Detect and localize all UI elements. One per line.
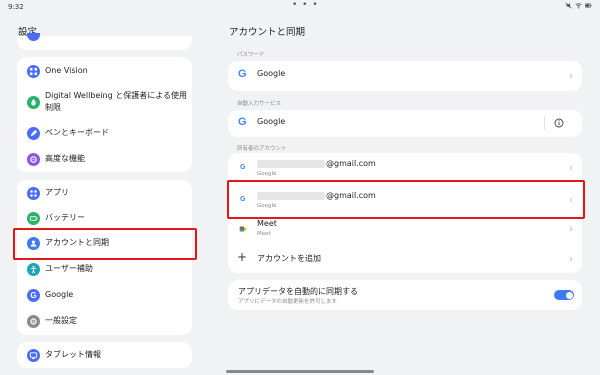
battery-icon [27,211,40,225]
account-type: Google [257,171,277,177]
sidebar-item-label: One Vision [45,66,88,75]
account-type: Meet [257,231,271,237]
home-indicator[interactable] [226,370,374,373]
password-item-google[interactable]: G Google [228,61,582,91]
sync-subtitle: アプリにデータの自動更新を許可します [238,299,338,305]
settings-group-3: タブレット情報 [17,342,192,368]
status-bar: 9:32 • • • [0,0,600,14]
settings-group-1: One Vision Digital Wellbeing と保護者による使用 制… [17,57,192,172]
password-card: G Google [228,61,582,91]
pen-icon [27,126,40,140]
section-label-password: パスワード [237,52,265,58]
google-logo-icon: G [240,164,246,171]
sidebar-item-tablet-info[interactable]: タブレット情報 [17,348,192,362]
password-item-label: Google [257,69,286,78]
section-label-autofill: 自動入力サービス [237,101,282,107]
google-logo-icon: G [238,68,247,80]
sync-title: アプリデータを自動的に同期する [238,287,358,296]
page-title: アカウントと同期 [229,27,306,38]
sidebar-item-general[interactable]: 一般設定 [17,314,192,328]
chevron-right-icon [569,256,573,262]
partial-icon [27,33,40,41]
accessibility-icon [27,262,40,276]
general-settings-icon [27,314,40,328]
sidebar-item-apps[interactable]: アプリ [17,186,192,200]
apps-icon [27,186,40,200]
sidebar-item-label-wrap: Digital Wellbeing と保護者による使用 制限 [45,90,187,114]
battery-status-icon [585,3,592,8]
chevron-right-icon [569,165,573,171]
chevron-right-icon [569,73,573,79]
add-account-label: アカウントを追加 [257,254,321,263]
sidebar-item-label-line2: 制限 [45,103,61,112]
sidebar-item-digital-wellbeing[interactable]: Digital Wellbeing と保護者による使用 制限 [17,90,192,116]
sidebar-item-label: Google [45,290,74,299]
redacted-email-prefix [257,160,325,168]
sidebar-item-battery[interactable]: バッテリー [17,211,192,225]
account-item-1[interactable]: G @gmail.com Google [228,153,582,183]
status-icons [565,2,592,9]
tablet-info-icon [27,348,40,362]
auto-sync-item[interactable]: アプリデータを自動的に同期する アプリにデータの自動更新を許可します [228,280,582,310]
mute-icon [565,2,572,9]
sidebar-item-google[interactable]: G Google [17,288,192,302]
chevron-right-icon [569,226,573,232]
autofill-card: G Google [228,110,582,137]
autofill-item-label: Google [257,117,286,126]
sidebar-item-label: ペンとキーボード [45,128,109,137]
add-account-item[interactable]: + アカウントを追加 [228,245,582,271]
section-label-owner-accounts: 所有者のアカウント [237,146,287,152]
google-icon: G [27,288,40,302]
meet-icon [239,226,247,232]
sidebar-item-label: アプリ [45,188,69,197]
autofill-item-google[interactable]: G Google [228,110,582,137]
highlight-account-2 [227,180,585,219]
account-email: @gmail.com [326,159,376,168]
add-icon: + [237,250,248,264]
divider-vertical [544,116,545,130]
wifi-icon [575,3,582,9]
wellbeing-icon [27,96,40,109]
highlight-accounts-sync [13,228,197,260]
sidebar-item-one-vision[interactable]: One Vision [17,64,192,78]
sidebar-item-label: タブレット情報 [45,350,101,359]
sync-toggle[interactable] [554,290,574,300]
sidebar-item-label: 一般設定 [45,316,77,325]
window-handle[interactable]: • • • [292,0,319,10]
sidebar-item-advanced[interactable]: 高度な機能 [17,152,192,166]
account-item-meet[interactable]: Meet Meet [228,215,582,243]
sidebar-item-label: Digital Wellbeing と保護者による使用 [45,91,187,100]
status-time: 9:32 [8,3,24,11]
one-vision-icon [27,64,40,78]
advanced-icon [27,152,40,166]
sidebar-item-label: バッテリー [45,213,85,222]
sidebar-item-pen-keyboard[interactable]: ペンとキーボード [17,126,192,140]
toggle-knob [565,291,573,299]
google-logo-icon: G [238,116,247,128]
sidebar-item-label: ユーザー補助 [45,264,93,273]
settings-group-top [17,33,192,50]
sync-card: アプリデータを自動的に同期する アプリにデータの自動更新を許可します [228,280,582,310]
account-email: Meet [257,219,277,228]
info-icon[interactable] [554,118,564,128]
sidebar-item-accessibility[interactable]: ユーザー補助 [17,262,192,276]
sidebar-item-label: 高度な機能 [45,154,85,163]
